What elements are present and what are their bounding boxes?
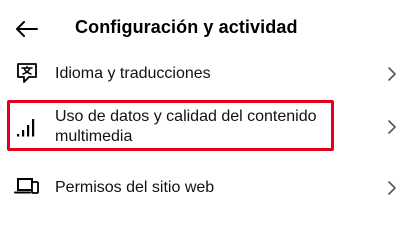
settings-item-language[interactable]: Idioma y traducciones [0, 56, 416, 92]
translate-icon [14, 60, 40, 86]
devices-icon [14, 173, 40, 199]
settings-item-data-usage[interactable]: Uso de datos y calidad del contenido mul… [0, 100, 416, 156]
settings-item-label: Idioma y traducciones [55, 65, 211, 82]
settings-item-label: Permisos del sitio web [55, 179, 215, 196]
signal-bars-icon [14, 114, 40, 140]
page-title: Configuración y actividad [75, 17, 298, 37]
chevron-right-icon [386, 179, 398, 197]
header-bar: Configuración y actividad [0, 0, 416, 56]
settings-item-label: Uso de datos y calidad del contenido mul… [55, 108, 317, 145]
chevron-right-icon [386, 118, 398, 136]
settings-item-site-permissions[interactable]: Permisos del sitio web [0, 170, 416, 206]
back-button[interactable] [12, 14, 42, 44]
arrow-left-icon [16, 21, 38, 37]
chevron-right-icon [386, 65, 398, 83]
